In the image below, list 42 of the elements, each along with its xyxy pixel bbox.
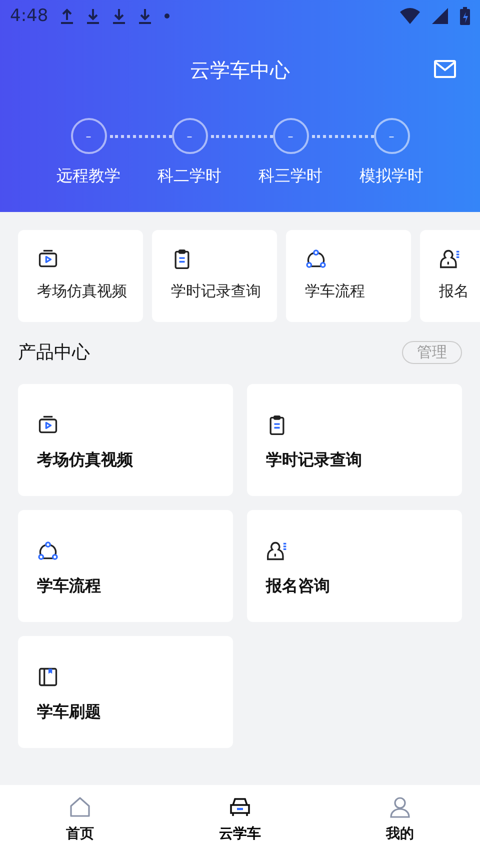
person-icon (439, 248, 461, 270)
shortcut-card[interactable]: 报名 (420, 230, 480, 322)
mail-icon[interactable] (434, 60, 456, 78)
step-circle: – (172, 118, 208, 154)
product-card[interactable]: 学车流程 (18, 510, 233, 622)
step-label: 科三学时 (258, 166, 322, 187)
step-label: 模拟学时 (360, 166, 424, 187)
video-icon (37, 414, 59, 436)
section-title: 产品中心 (18, 341, 90, 364)
car-icon (228, 795, 252, 819)
step-label: 科二学时 (158, 166, 222, 187)
person-icon (266, 540, 288, 562)
signal-icon (432, 8, 448, 24)
download-icon (112, 8, 126, 24)
flow-icon (305, 248, 327, 270)
product-card[interactable]: 考场仿真视频 (18, 384, 233, 496)
notification-dot-icon (164, 13, 170, 19)
shortcut-card[interactable]: 学时记录查询 (152, 230, 277, 322)
product-card[interactable]: 报名咨询 (247, 510, 462, 622)
status-time: 4:48 (10, 6, 48, 26)
wifi-icon (400, 8, 420, 24)
shortcut-card[interactable]: 学车流程 (286, 230, 411, 322)
book-icon (37, 666, 59, 688)
person-icon (388, 795, 412, 819)
step-circle: – (374, 118, 410, 154)
step-circle: – (70, 118, 106, 154)
download-icon (86, 8, 100, 24)
nav-tab[interactable]: 首页 (0, 785, 160, 853)
step-circle: – (272, 118, 308, 154)
shortcut-card[interactable]: 考场仿真视频 (18, 230, 143, 322)
nav-tab[interactable]: 云学车 (160, 785, 320, 853)
download-icon (138, 8, 152, 24)
flow-icon (37, 540, 59, 562)
step-label: 远程教学 (56, 166, 120, 187)
page-title: 云学车中心 (190, 56, 290, 84)
product-card[interactable]: 学时记录查询 (247, 384, 462, 496)
product-card[interactable]: 学车刷题 (18, 636, 233, 748)
home-icon (68, 795, 92, 819)
battery-icon (460, 7, 470, 25)
video-icon (37, 248, 59, 270)
nav-tab[interactable]: 我的 (320, 785, 480, 853)
upload-icon (60, 8, 74, 24)
